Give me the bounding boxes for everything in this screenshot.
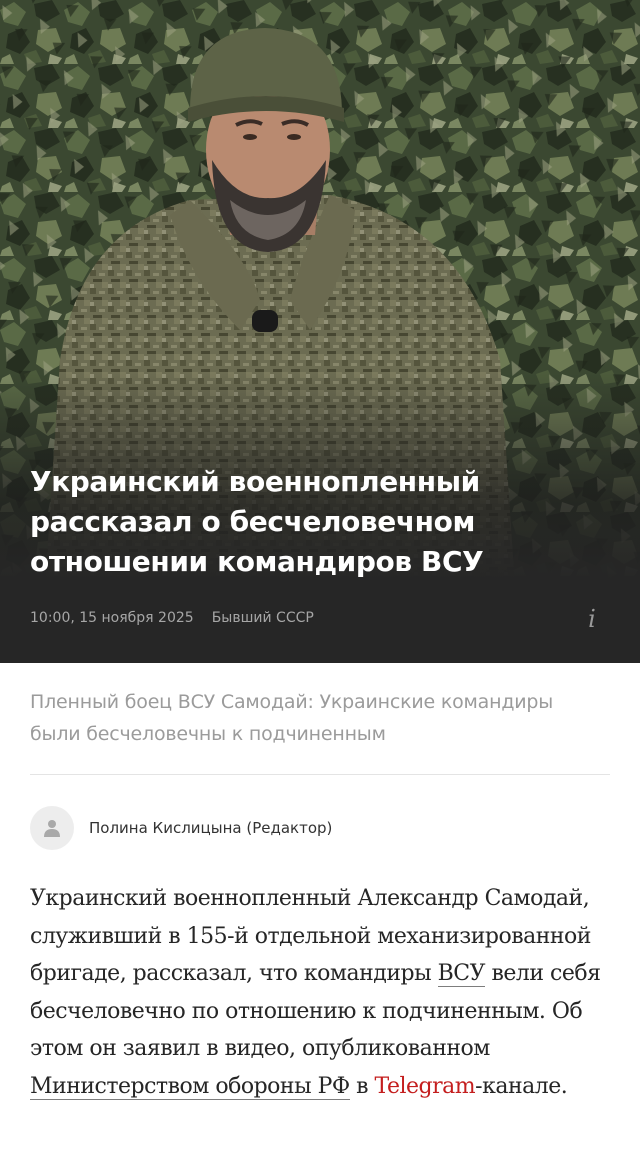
- body-text-part: -каналe.: [475, 1073, 568, 1099]
- hero-section: Украинский военнопленный рассказал о бес…: [0, 0, 640, 663]
- user-avatar-icon: [30, 806, 74, 850]
- divider: [30, 774, 610, 775]
- article-title: Украинский военнопленный рассказал о бес…: [30, 465, 484, 578]
- author-name[interactable]: Полина Кислицына (Редактор): [89, 819, 332, 837]
- telegram-link[interactable]: Telegram: [375, 1074, 476, 1099]
- article-source[interactable]: Бывший СССР: [212, 610, 314, 626]
- article-date: 10:00, 15 ноября 2025: [30, 610, 194, 626]
- article-meta: 10:00, 15 ноября 2025 Бывший СССР: [30, 610, 314, 626]
- body-text-part: в: [349, 1073, 375, 1099]
- author-block[interactable]: Полина Кислицына (Редактор): [30, 806, 332, 850]
- mod-link[interactable]: Министерством обороны РФ: [30, 1073, 350, 1100]
- info-icon[interactable]: i: [582, 604, 602, 634]
- article-body: Украинский военнопленный Александр Самод…: [30, 880, 610, 1105]
- article-lead: Пленный боец ВСУ Самодай: Украинские ком…: [30, 691, 554, 745]
- vsu-link[interactable]: ВСУ: [437, 961, 486, 987]
